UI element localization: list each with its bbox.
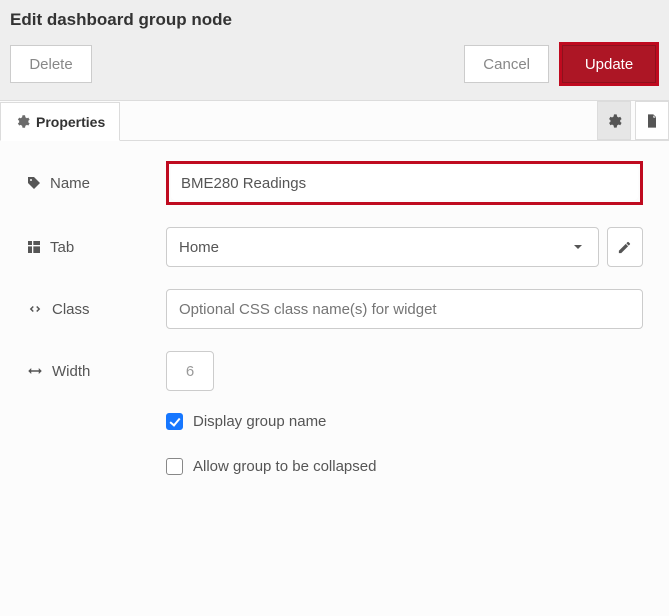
pencil-icon — [617, 240, 632, 255]
dialog-action-bar: Delete Cancel Update — [0, 34, 669, 100]
grid-icon — [26, 239, 42, 255]
settings-button[interactable] — [597, 101, 631, 140]
tab-select-value: Home — [179, 239, 219, 256]
name-input[interactable] — [171, 166, 638, 200]
row-name: Name — [26, 161, 643, 205]
allow-collapse-label: Allow group to be collapsed — [193, 458, 376, 475]
dialog-title: Edit dashboard group node — [0, 0, 669, 34]
tab-edit-button[interactable] — [607, 227, 643, 267]
display-group-name-checkbox[interactable] — [166, 413, 183, 430]
cancel-button[interactable]: Cancel — [464, 45, 549, 83]
class-input[interactable] — [166, 289, 643, 329]
label-tab: Tab — [26, 239, 166, 256]
dialog-header: Edit dashboard group node Delete Cancel … — [0, 0, 669, 101]
update-button[interactable]: Update — [562, 45, 656, 83]
width-input[interactable] — [166, 351, 214, 391]
update-highlight: Update — [559, 42, 659, 86]
tab-bar: Properties — [0, 101, 669, 141]
document-icon — [644, 113, 660, 129]
row-display-group-name: Display group name — [166, 413, 643, 430]
gear-icon — [15, 114, 30, 129]
info-button[interactable] — [635, 101, 669, 140]
chevron-down-icon — [570, 239, 586, 255]
row-allow-collapse: Allow group to be collapsed — [166, 458, 643, 475]
form-body: Name Tab Home — [0, 141, 669, 543]
row-width: Width — [26, 351, 643, 391]
row-tab: Tab Home — [26, 227, 643, 267]
delete-button[interactable]: Delete — [10, 45, 92, 83]
display-group-name-label: Display group name — [193, 413, 326, 430]
label-name: Name — [26, 175, 166, 192]
tab-select[interactable]: Home — [166, 227, 599, 267]
name-highlight — [166, 161, 643, 205]
tab-label: Properties — [36, 114, 105, 130]
arrows-h-icon — [26, 362, 44, 380]
code-icon — [26, 300, 44, 318]
row-class: Class — [26, 289, 643, 329]
tag-icon — [26, 175, 42, 191]
label-class: Class — [26, 300, 166, 318]
label-width: Width — [26, 362, 166, 380]
tab-properties[interactable]: Properties — [0, 102, 120, 141]
gear-icon — [606, 113, 622, 129]
allow-collapse-checkbox[interactable] — [166, 458, 183, 475]
